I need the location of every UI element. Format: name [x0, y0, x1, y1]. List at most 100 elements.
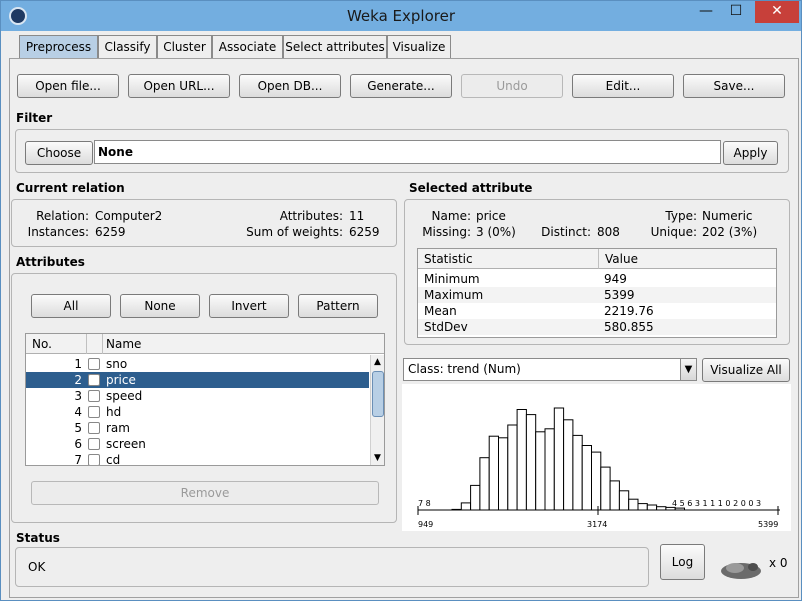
statistic-value: 580.855: [604, 320, 654, 334]
attribute-number: 2: [74, 373, 82, 387]
minimize-button[interactable]: —: [691, 1, 721, 23]
distinct-key: Distinct:: [541, 225, 591, 239]
attribute-number: 6: [74, 437, 82, 451]
select-none-button[interactable]: None: [120, 294, 200, 318]
attribute-number: 7: [74, 453, 82, 466]
statistic-name: StdDev: [424, 320, 468, 334]
attribute-name: speed: [106, 389, 143, 403]
statistic-name: Minimum: [424, 272, 480, 286]
pattern-button[interactable]: Pattern: [298, 294, 378, 318]
chevron-down-icon[interactable]: ▼: [680, 359, 696, 380]
attribute-checkbox[interactable]: [88, 358, 100, 370]
tab-associate[interactable]: Associate: [212, 35, 283, 59]
tab-visualize[interactable]: Visualize: [387, 35, 451, 59]
visualize-all-button[interactable]: Visualize All: [702, 358, 790, 382]
relation-value: Computer2: [95, 209, 163, 223]
histogram-x-min: 949: [418, 520, 433, 529]
statistic-row[interactable]: Mean 2219.76: [418, 303, 776, 319]
attribute-row[interactable]: 4 hd: [26, 404, 369, 420]
attributes-scrollbar[interactable]: ▲ ▼: [370, 355, 384, 465]
title-bar: Weka Explorer — ☐ ✕: [1, 1, 801, 31]
attribute-checkbox[interactable]: [88, 406, 100, 418]
instances-key: Instances:: [27, 225, 89, 239]
apply-filter-button[interactable]: Apply: [723, 141, 778, 165]
histogram-bar: [479, 457, 490, 511]
attribute-row[interactable]: 6 screen: [26, 436, 369, 452]
attribute-checkbox[interactable]: [88, 390, 100, 402]
statistic-row[interactable]: Minimum 949: [418, 271, 776, 287]
tab-cluster[interactable]: Cluster: [157, 35, 212, 59]
save-button[interactable]: Save...: [683, 74, 785, 98]
edit-button[interactable]: Edit...: [572, 74, 674, 98]
remove-button[interactable]: Remove: [31, 481, 379, 505]
tab-preprocess[interactable]: Preprocess: [19, 35, 98, 59]
class-attribute-select[interactable]: Class: trend (Num) ▼: [403, 358, 697, 381]
statistic-row[interactable]: StdDev 580.855: [418, 319, 776, 335]
relation-key: Relation:: [36, 209, 89, 223]
unique-key: Unique:: [650, 225, 697, 239]
statistic-row[interactable]: Maximum 5399: [418, 287, 776, 303]
selected-attribute-label: Selected attribute: [409, 181, 533, 195]
histogram-bar: [460, 502, 472, 511]
tab-classify[interactable]: Classify: [98, 35, 157, 59]
histogram-bar: [609, 480, 620, 511]
attribute-checkbox[interactable]: [88, 422, 100, 434]
status-bar: OK: [15, 547, 649, 587]
histogram-bar: [591, 451, 602, 511]
attribute-row[interactable]: 5 ram: [26, 420, 369, 436]
invert-selection-button[interactable]: Invert: [209, 294, 289, 318]
histogram-bar: [544, 428, 555, 511]
close-button[interactable]: ✕: [755, 1, 799, 23]
scroll-down-icon[interactable]: ▼: [371, 451, 384, 465]
log-button[interactable]: Log: [660, 544, 705, 580]
histogram-bar: [516, 409, 527, 511]
attribute-number: 3: [74, 389, 82, 403]
select-all-button[interactable]: All: [31, 294, 111, 318]
name-value: price: [476, 209, 506, 223]
histogram-bar: [470, 484, 481, 511]
sum-of-weights-key: Sum of weights:: [246, 225, 343, 239]
histogram-bar: [563, 419, 574, 511]
current-relation-group: [11, 199, 397, 247]
attribute-row[interactable]: 7 cd: [26, 452, 369, 466]
attribute-row[interactable]: 3 speed: [26, 388, 369, 404]
task-count: x 0: [769, 556, 788, 570]
column-divider: [102, 334, 103, 354]
histogram-bar: [600, 466, 611, 511]
maximize-button[interactable]: ☐: [721, 1, 751, 23]
attribute-checkbox[interactable]: [88, 374, 100, 386]
attribute-name: ram: [106, 421, 130, 435]
attributes-value: 11: [349, 209, 365, 223]
scroll-up-icon[interactable]: ▲: [371, 355, 384, 369]
tab-select-attributes[interactable]: Select attributes: [283, 35, 387, 59]
column-name[interactable]: Name: [106, 337, 141, 351]
generate-button[interactable]: Generate...: [350, 74, 452, 98]
attribute-row-selected[interactable]: 2 price: [26, 372, 369, 388]
open-db-button[interactable]: Open DB...: [239, 74, 341, 98]
column-no[interactable]: No.: [32, 337, 52, 351]
column-statistic[interactable]: Statistic: [418, 249, 598, 269]
histogram-right-counts: 4 5 6 3 1 1 1 0 2 0 0 3: [672, 499, 761, 508]
weka-bird-icon[interactable]: [717, 557, 765, 581]
column-value[interactable]: Value: [598, 249, 776, 269]
class-select-value: Class: trend (Num): [408, 362, 521, 376]
weka-explorer-window: Weka Explorer — ☐ ✕ Preprocess Classify …: [0, 0, 802, 601]
attribute-name: screen: [106, 437, 146, 451]
scrollbar-thumb[interactable]: [372, 371, 384, 417]
missing-key: Missing:: [422, 225, 471, 239]
attributes-label: Attributes: [16, 255, 85, 269]
choose-filter-button[interactable]: Choose: [25, 141, 93, 165]
attribute-row[interactable]: 1 sno: [26, 356, 369, 372]
filter-field[interactable]: None: [94, 140, 721, 164]
histogram-bar: [646, 504, 658, 511]
attribute-checkbox[interactable]: [88, 454, 100, 465]
attribute-checkbox[interactable]: [88, 438, 100, 450]
type-key: Type:: [665, 209, 697, 223]
statistic-value: 949: [604, 272, 627, 286]
undo-button[interactable]: Undo: [461, 74, 563, 98]
histogram-bar: [553, 407, 565, 511]
open-file-button[interactable]: Open file...: [17, 74, 119, 98]
name-key: Name:: [431, 209, 471, 223]
instances-value: 6259: [95, 225, 126, 239]
open-url-button[interactable]: Open URL...: [128, 74, 230, 98]
